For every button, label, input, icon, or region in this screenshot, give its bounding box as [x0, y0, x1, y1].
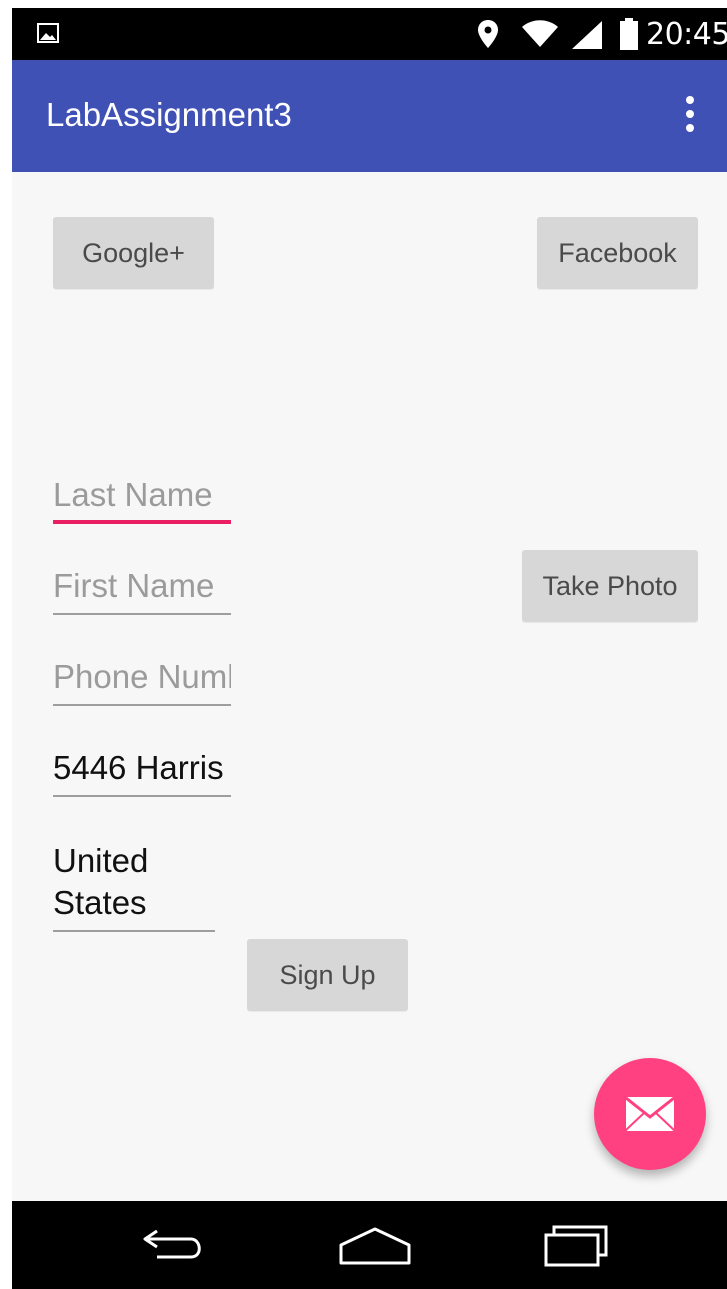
- country-underline: [53, 930, 215, 932]
- app-bar: LabAssignment3: [12, 60, 727, 172]
- phone-number-placeholder: Phone Number: [53, 658, 231, 695]
- phone-number-underline: [53, 704, 231, 706]
- last-name-field[interactable]: Last Name: [53, 476, 231, 524]
- recent-apps-icon[interactable]: [540, 1221, 612, 1269]
- address-underline: [53, 795, 231, 797]
- wifi-icon: [522, 20, 558, 47]
- gallery-icon: [37, 23, 59, 43]
- back-icon[interactable]: [137, 1225, 209, 1265]
- first-name-underline: [53, 613, 231, 615]
- facebook-button[interactable]: Facebook: [537, 217, 698, 289]
- signal-icon: [572, 21, 602, 49]
- phone-number-field[interactable]: Phone Number: [53, 658, 231, 706]
- last-name-placeholder: Last Name: [53, 476, 213, 513]
- overflow-menu-icon[interactable]: [680, 96, 700, 136]
- address-field[interactable]: 5446 Harris: [53, 749, 231, 797]
- address-value: 5446 Harris: [53, 749, 224, 786]
- email-fab[interactable]: [594, 1058, 706, 1170]
- app-title: LabAssignment3: [46, 96, 292, 133]
- last-name-underline: [53, 520, 231, 524]
- location-icon: [478, 20, 498, 48]
- first-name-field[interactable]: First Name: [53, 567, 231, 615]
- status-bar: 20:45: [12, 8, 727, 60]
- first-name-placeholder: First Name: [53, 567, 215, 604]
- country-field[interactable]: United States: [53, 840, 215, 932]
- home-icon[interactable]: [337, 1225, 413, 1269]
- clock: 20:45: [646, 17, 727, 52]
- battery-icon: [620, 18, 638, 50]
- google-plus-button[interactable]: Google+: [53, 217, 214, 289]
- take-photo-button[interactable]: Take Photo: [522, 550, 698, 622]
- mail-icon: [626, 1097, 674, 1131]
- sign-up-button[interactable]: Sign Up: [247, 939, 408, 1011]
- app-screen: 20:45 LabAssignment3 Google+ Facebook La…: [12, 8, 727, 1289]
- country-value: United States: [53, 842, 149, 921]
- navigation-bar: [12, 1201, 727, 1289]
